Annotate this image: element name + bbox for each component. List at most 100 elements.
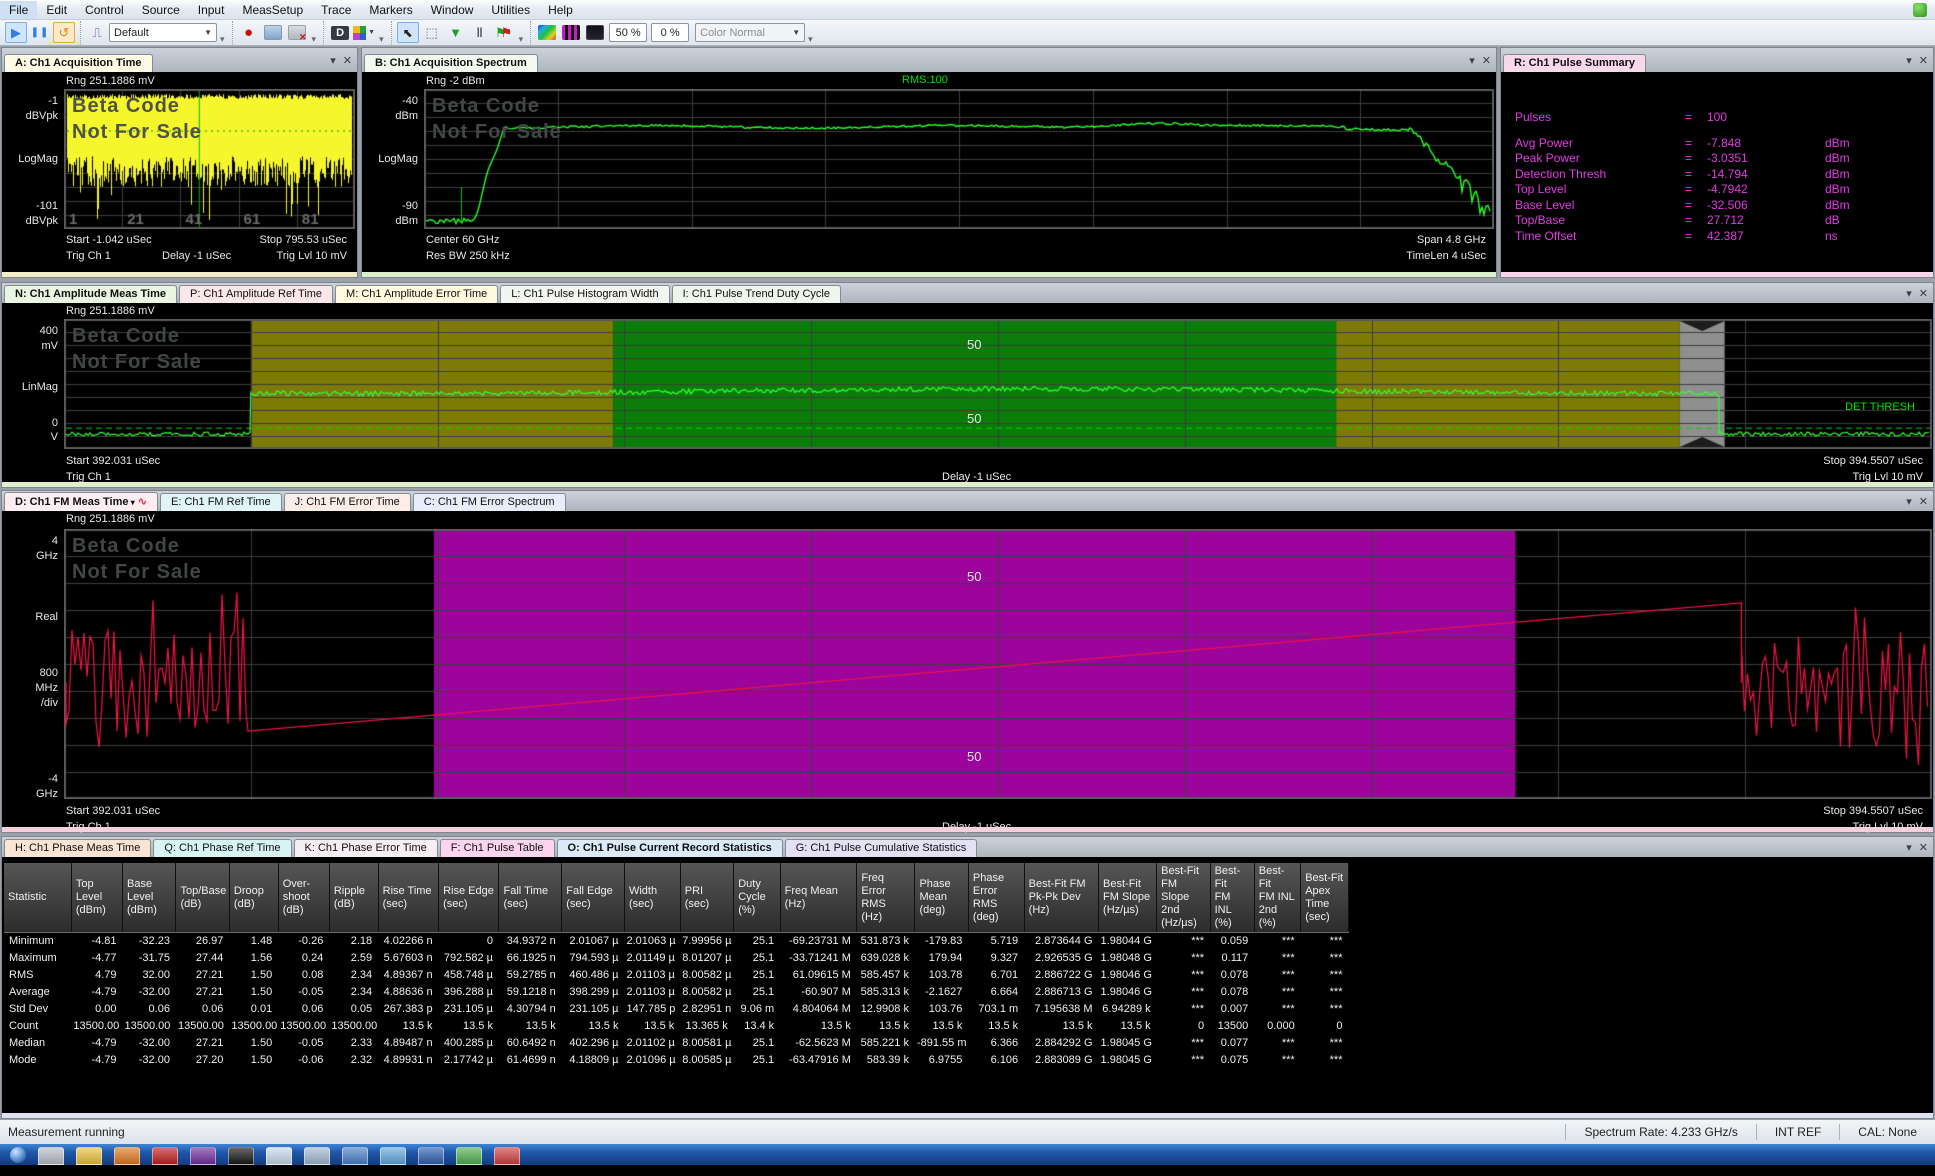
menu-input[interactable]: Input bbox=[189, 1, 234, 19]
play-icon[interactable]: ▶ bbox=[5, 22, 27, 43]
image-icon[interactable] bbox=[262, 22, 284, 43]
image-delete-icon[interactable]: ✕ bbox=[286, 22, 308, 43]
fm-plot[interactable] bbox=[64, 529, 1932, 799]
tab-acquisition-spectrum[interactable]: B: Ch1 Acquisition Spectrum bbox=[364, 54, 538, 72]
taskbar-icon[interactable] bbox=[38, 1147, 64, 1165]
taskbar-icon[interactable] bbox=[266, 1147, 292, 1165]
taskbar-icon[interactable] bbox=[228, 1147, 254, 1165]
preset-dropdown[interactable]: Default▼ bbox=[109, 23, 217, 42]
table-cell: 6.366 bbox=[968, 1035, 1024, 1052]
y-axis-bottom: -90 bbox=[362, 200, 418, 212]
tab-l[interactable]: L: Ch1 Pulse Histogram Width bbox=[500, 285, 669, 303]
column-header: Freq Mean (Hz) bbox=[780, 863, 857, 933]
minimize-icon[interactable]: ▾ bbox=[1906, 841, 1912, 854]
table-cell: *** bbox=[1254, 984, 1300, 1001]
table-cell: 1.48 bbox=[229, 933, 278, 950]
toolbar-overflow-icon[interactable]: ▾ bbox=[217, 34, 228, 45]
restart-icon[interactable]: ↺ bbox=[53, 22, 75, 43]
taskbar-icon[interactable] bbox=[380, 1147, 406, 1165]
tab-k[interactable]: K: Ch1 Phase Error Time bbox=[294, 839, 438, 857]
tab-n[interactable]: N: Ch1 Amplitude Meas Time bbox=[4, 285, 177, 303]
color-mode-dropdown[interactable]: Color Normal▼ bbox=[695, 23, 805, 42]
taskbar-icon[interactable] bbox=[304, 1147, 330, 1165]
pause-icon[interactable]: ❚❚ bbox=[29, 22, 51, 43]
minimize-icon[interactable]: ▾ bbox=[330, 54, 336, 67]
menu-utilities[interactable]: Utilities bbox=[482, 1, 539, 19]
minimize-icon[interactable]: ▾ bbox=[1469, 54, 1475, 67]
tab-p[interactable]: P: Ch1 Amplitude Ref Time bbox=[179, 285, 333, 303]
flag-marker-icon[interactable]: ⚑⚑ bbox=[493, 22, 515, 43]
amplitude-plot[interactable] bbox=[64, 319, 1932, 449]
close-icon[interactable]: ✕ bbox=[1919, 495, 1928, 508]
taskbar-icon[interactable] bbox=[76, 1147, 102, 1165]
acquisition-spectrum-plot[interactable] bbox=[424, 89, 1494, 229]
digital-persistence-icon[interactable] bbox=[560, 22, 582, 43]
toolbar-overflow-icon[interactable]: ▾ bbox=[309, 34, 320, 45]
table-cell: 13.4 k bbox=[734, 1018, 780, 1035]
tab-f[interactable]: F: Ch1 Pulse Table bbox=[440, 839, 555, 857]
minimize-icon[interactable]: ▾ bbox=[1906, 287, 1912, 300]
menu-file[interactable]: File bbox=[0, 1, 37, 19]
tab-e[interactable]: E: Ch1 FM Ref Time bbox=[160, 493, 282, 511]
record-icon[interactable]: ● bbox=[238, 22, 260, 43]
tab-g[interactable]: G: Ch1 Pulse Cumulative Statistics bbox=[785, 839, 978, 857]
table-cell: 1.98045 G bbox=[1099, 1052, 1157, 1069]
marker-down-icon[interactable]: ▼ bbox=[445, 22, 467, 43]
tab-d[interactable]: D: Ch1 FM Meas Time ▾ ∿ bbox=[4, 492, 158, 511]
tab-acquisition-time[interactable]: A: Ch1 Acquisition Time bbox=[4, 54, 153, 72]
spectrogram-icon[interactable] bbox=[536, 22, 558, 43]
acquisition-time-plot[interactable] bbox=[64, 89, 355, 229]
menu-window[interactable]: Window bbox=[422, 1, 483, 19]
close-icon[interactable]: ✕ bbox=[1919, 54, 1928, 67]
tab-pulse-summary[interactable]: R: Ch1 Pulse Summary bbox=[1503, 54, 1646, 72]
tab-m[interactable]: M: Ch1 Amplitude Error Time bbox=[335, 285, 498, 303]
column-header: Fall Time (sec) bbox=[499, 863, 562, 933]
toolbar-overflow-icon[interactable]: ▾ bbox=[805, 34, 816, 45]
menu-trace[interactable]: Trace bbox=[312, 1, 360, 19]
close-icon[interactable]: ✕ bbox=[1482, 54, 1491, 67]
table-cell: 0.007 bbox=[1210, 1001, 1254, 1018]
tab-c[interactable]: C: Ch1 FM Error Spectrum bbox=[413, 493, 566, 511]
toolbar-overflow-icon[interactable]: ▾ bbox=[516, 34, 527, 45]
table-cell: 13.5 k bbox=[780, 1018, 857, 1035]
menu-source[interactable]: Source bbox=[133, 1, 189, 19]
data-icon[interactable]: D bbox=[329, 22, 351, 43]
tab-o[interactable]: O: Ch1 Pulse Current Record Statistics bbox=[557, 839, 783, 857]
menu-markers[interactable]: Markers bbox=[360, 1, 421, 19]
taskbar-icon[interactable] bbox=[418, 1147, 444, 1165]
menu-control[interactable]: Control bbox=[76, 1, 133, 19]
table-cell: 2.82951 n bbox=[680, 1001, 733, 1018]
taskbar-icon[interactable] bbox=[456, 1147, 482, 1165]
menu-help[interactable]: Help bbox=[539, 1, 582, 19]
trigger-icon[interactable]: ⎍ bbox=[86, 22, 108, 43]
start-label: Start 392.031 uSec bbox=[66, 805, 160, 817]
menu-edit[interactable]: Edit bbox=[37, 1, 76, 19]
taskbar-icon[interactable] bbox=[152, 1147, 178, 1165]
cal-indicator: CAL: None bbox=[1839, 1124, 1935, 1141]
minimize-icon[interactable]: ▾ bbox=[1906, 54, 1912, 67]
toolbar-overflow-icon[interactable]: ▾ bbox=[376, 34, 387, 45]
close-icon[interactable]: ✕ bbox=[1919, 841, 1928, 854]
taskbar-icon[interactable] bbox=[190, 1147, 216, 1165]
cursor-icon[interactable]: ⬉ bbox=[397, 22, 419, 43]
menu-meassetup[interactable]: MeasSetup bbox=[233, 1, 312, 19]
taskbar-icon[interactable] bbox=[494, 1147, 520, 1165]
persistence-percent-field[interactable]: 50 % bbox=[609, 23, 647, 42]
tab-h[interactable]: H: Ch1 Phase Meas Time bbox=[4, 839, 151, 857]
close-icon[interactable]: ✕ bbox=[343, 54, 352, 67]
tab-i[interactable]: I: Ch1 Pulse Trend Duty Cycle bbox=[672, 285, 841, 303]
threshold-percent-field[interactable]: 0 % bbox=[651, 23, 689, 42]
layout-grid-icon[interactable]: ▼ bbox=[353, 22, 375, 43]
tab-j[interactable]: J: Ch1 FM Error Time bbox=[284, 493, 411, 511]
start-button[interactable] bbox=[10, 1147, 26, 1163]
tab-q[interactable]: Q: Ch1 Phase Ref Time bbox=[153, 839, 291, 857]
close-icon[interactable]: ✕ bbox=[1919, 287, 1928, 300]
marquee-zoom-icon[interactable]: ⬚ bbox=[421, 22, 443, 43]
column-header: Freq Error RMS (Hz) bbox=[857, 863, 915, 933]
taskbar-icon[interactable] bbox=[342, 1147, 368, 1165]
taskbar-icon[interactable] bbox=[114, 1147, 140, 1165]
table-cell: *** bbox=[1254, 950, 1300, 967]
band-markers-icon[interactable]: ‖ bbox=[469, 22, 491, 43]
spectrum-display-icon[interactable] bbox=[584, 22, 606, 43]
minimize-icon[interactable]: ▾ bbox=[1906, 495, 1912, 508]
